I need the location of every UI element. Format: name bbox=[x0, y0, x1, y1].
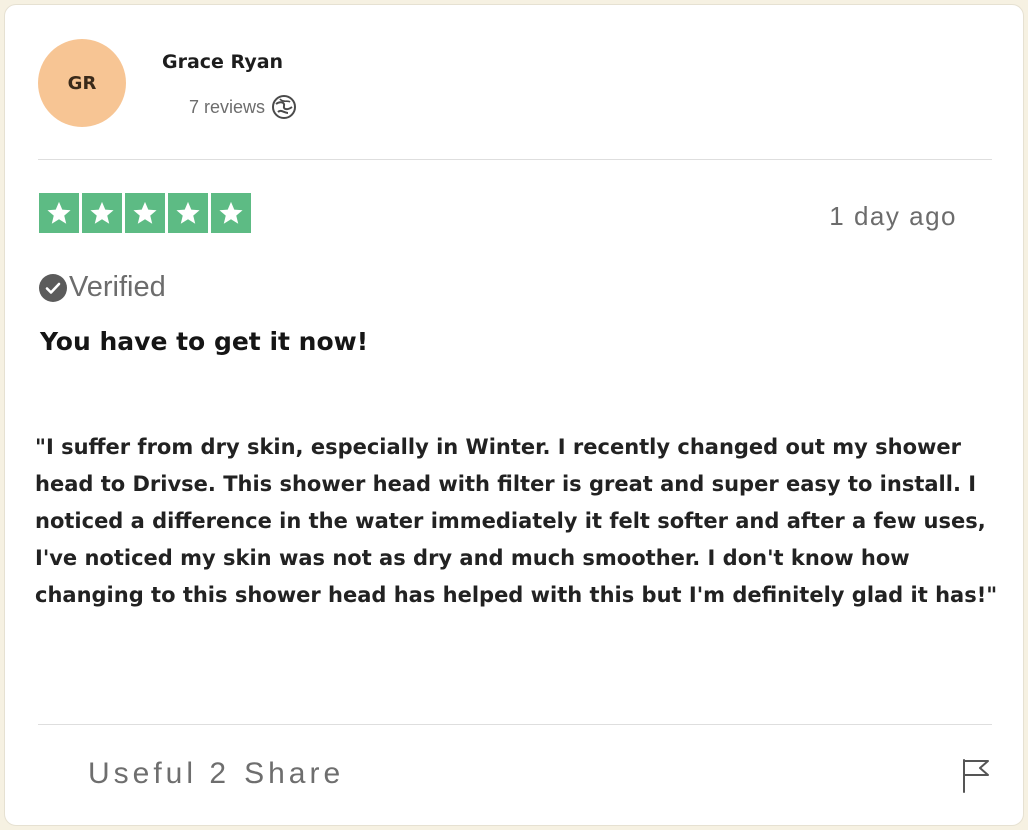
divider-bottom bbox=[38, 724, 992, 725]
review-count-label: 7 reviews bbox=[189, 96, 266, 117]
star-icon bbox=[82, 193, 122, 233]
star-icon bbox=[211, 193, 251, 233]
useful-count: 2 bbox=[209, 757, 231, 790]
star-icon bbox=[168, 193, 208, 233]
avatar-initials: GR bbox=[67, 72, 97, 94]
share-button[interactable]: Share bbox=[244, 757, 344, 791]
flag-icon[interactable] bbox=[960, 758, 992, 794]
review-body: "I suffer from dry skin, especially in W… bbox=[35, 435, 998, 607]
review-card: GR Grace Ryan 7 reviews 1 day ago Verifi… bbox=[4, 4, 1024, 826]
star-icon bbox=[125, 193, 165, 233]
globe-icon bbox=[272, 95, 297, 119]
avatar[interactable]: GR bbox=[38, 39, 126, 127]
author-name[interactable]: Grace Ryan bbox=[162, 51, 283, 73]
divider-top bbox=[38, 159, 992, 160]
verified-label: Verified bbox=[69, 271, 166, 303]
verified-badge: Verified bbox=[38, 271, 166, 304]
useful-button[interactable]: Useful 2 bbox=[88, 757, 230, 791]
star-rating bbox=[39, 193, 251, 233]
check-circle-icon bbox=[39, 273, 67, 302]
review-date: 1 day ago bbox=[829, 201, 957, 231]
review-actions: Useful 2 Share bbox=[88, 757, 344, 791]
review-count[interactable]: 7 reviews bbox=[189, 94, 297, 120]
review-title: You have to get it now! bbox=[40, 327, 369, 356]
useful-label: Useful bbox=[88, 757, 198, 790]
star-icon bbox=[39, 193, 79, 233]
